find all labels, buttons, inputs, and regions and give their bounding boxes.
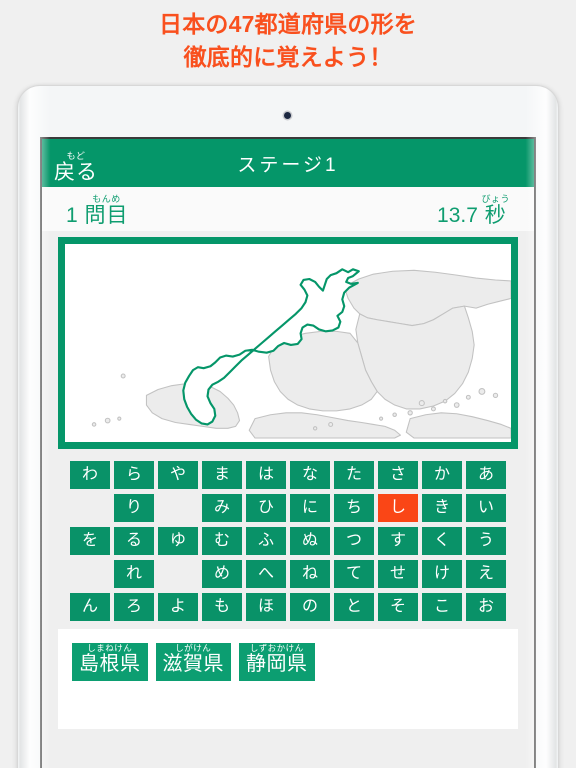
kana-keyboard: わらやまはなたさかあ りみひにちしきい をるゆむふぬつすくう れめへねてせけえ … xyxy=(42,461,534,621)
kana-key[interactable]: そ xyxy=(378,593,418,621)
answer-chip[interactable]: 島根県しまねけん xyxy=(72,643,148,681)
kana-key[interactable]: わ xyxy=(70,461,110,489)
tablet-device-frame: 戻るもど ステージ1 1 問目もんめ 13.7 秒びょう わ ら や ま は な… xyxy=(18,86,558,768)
timer-value: 13.7 xyxy=(437,204,478,227)
camera-dot-icon xyxy=(284,112,291,119)
kana-keyboard-row: り みひにちしきい xyxy=(52,494,524,522)
kana-key[interactable]: れ xyxy=(114,560,154,588)
app-header-bar: 戻るもど ステージ1 xyxy=(42,139,534,187)
kana-key[interactable]: あ xyxy=(466,461,506,489)
question-label: 問目 xyxy=(84,204,129,227)
kana-key[interactable]: し xyxy=(378,494,418,522)
kana-key-blank xyxy=(158,494,198,522)
kana-key[interactable]: さ xyxy=(378,461,418,489)
back-button-label: 戻る xyxy=(54,161,98,184)
kana-key[interactable]: き xyxy=(422,494,462,522)
answer-chip-label: 静岡県 xyxy=(246,653,308,675)
timer-unit: 秒 xyxy=(481,204,510,227)
kana-key[interactable]: と xyxy=(334,593,374,621)
answer-chip-label: 滋賀県 xyxy=(162,653,224,675)
kana-keyboard-row: をるゆむふぬつすくう xyxy=(52,527,524,555)
back-button[interactable]: 戻るもど xyxy=(54,151,98,183)
device-screen: 戻るもど ステージ1 1 問目もんめ 13.7 秒びょう わ ら や ま は な… xyxy=(40,137,536,768)
kana-key[interactable]: り xyxy=(114,494,154,522)
kana-key[interactable]: も xyxy=(202,593,242,621)
kana-key[interactable]: か xyxy=(422,461,462,489)
answer-chip[interactable]: 滋賀県しがけん xyxy=(155,643,231,681)
kana-key[interactable]: く xyxy=(422,527,462,555)
kana-key[interactable]: お xyxy=(466,593,506,621)
kana-key[interactable]: ほ xyxy=(246,593,286,621)
kana-key[interactable]: う xyxy=(466,527,506,555)
kana-keyboard-row: わらやまはなたさかあ xyxy=(52,461,524,489)
kana-key[interactable]: の xyxy=(290,593,330,621)
promo-headline: 日本の47都道府県の形を 徹底的に覚えよう！ xyxy=(0,8,576,73)
kana-key[interactable]: て xyxy=(334,560,374,588)
kana-key[interactable]: な xyxy=(290,461,330,489)
kana-key[interactable]: ね xyxy=(290,560,330,588)
answer-chip[interactable]: 静岡県しずおかけん xyxy=(239,643,315,681)
kana-key[interactable]: ち xyxy=(334,494,374,522)
answer-chip-label: 島根県 xyxy=(79,653,141,675)
kana-key[interactable]: む xyxy=(202,527,242,555)
kana-key[interactable]: ま xyxy=(202,461,242,489)
quiz-status-bar: 1 問目もんめ 13.7 秒びょう xyxy=(42,187,534,231)
question-label-ruby: もんめ xyxy=(84,194,129,204)
kana-key[interactable]: み xyxy=(202,494,242,522)
stage-title: ステージ1 xyxy=(237,154,339,176)
question-counter: 1 問目もんめ xyxy=(66,194,129,226)
kana-key[interactable]: け xyxy=(422,560,462,588)
kana-key[interactable]: や xyxy=(158,461,198,489)
kana-key[interactable]: つ xyxy=(334,527,374,555)
prefecture-map-svg xyxy=(91,268,511,439)
kana-key[interactable]: ふ xyxy=(246,527,286,555)
question-number: 1 xyxy=(66,204,78,227)
kana-key-blank xyxy=(70,560,110,588)
kana-key[interactable]: ら xyxy=(114,461,154,489)
kana-key[interactable]: ひ xyxy=(246,494,286,522)
answer-chip-ruby: しずおかけん xyxy=(246,643,308,653)
back-button-ruby: もど xyxy=(54,151,98,161)
kana-key[interactable]: め xyxy=(202,560,242,588)
kana-key[interactable]: は xyxy=(246,461,286,489)
kana-key[interactable]: よ xyxy=(158,593,198,621)
timer-unit-ruby: びょう xyxy=(481,194,510,204)
kana-key[interactable]: い xyxy=(466,494,506,522)
kana-key[interactable]: ん xyxy=(70,593,110,621)
kana-key-blank xyxy=(158,560,198,588)
kana-keyboard-row: んろよもほのとそこお xyxy=(52,593,524,621)
kana-key[interactable]: せ xyxy=(378,560,418,588)
timer: 13.7 秒びょう xyxy=(437,194,510,226)
kana-keyboard-row: れ めへねてせけえ xyxy=(52,560,524,588)
kana-key[interactable]: を xyxy=(70,527,110,555)
kana-key[interactable]: ゆ xyxy=(158,527,198,555)
promo-line-1: 日本の47都道府県の形を xyxy=(159,11,417,37)
kana-key[interactable]: に xyxy=(290,494,330,522)
answer-candidates-panel: 島根県しまねけん 滋賀県しがけん 静岡県しずおかけん xyxy=(58,629,518,729)
kana-key[interactable]: す xyxy=(378,527,418,555)
kana-key[interactable]: こ xyxy=(422,593,462,621)
kana-key[interactable]: ぬ xyxy=(290,527,330,555)
kana-key[interactable]: へ xyxy=(246,560,286,588)
answer-chip-ruby: しがけん xyxy=(162,643,224,653)
kana-key[interactable]: え xyxy=(466,560,506,588)
promo-line-2: 徹底的に覚えよう！ xyxy=(183,43,393,70)
prefecture-map-card xyxy=(58,237,518,449)
kana-key[interactable]: ろ xyxy=(114,593,154,621)
answer-chip-ruby: しまねけん xyxy=(79,643,141,653)
kana-key[interactable]: る xyxy=(114,527,154,555)
kana-key-blank xyxy=(70,494,110,522)
kana-key[interactable]: た xyxy=(334,461,374,489)
map-neighbor-prefectures xyxy=(91,269,511,439)
